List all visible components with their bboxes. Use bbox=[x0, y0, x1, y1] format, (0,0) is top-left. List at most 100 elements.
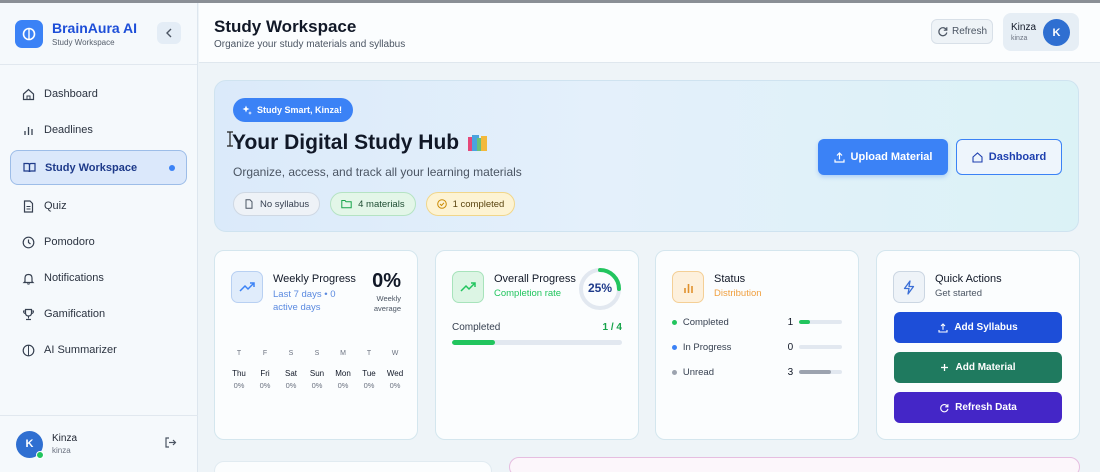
status-dot bbox=[672, 344, 677, 350]
active-indicator-dot bbox=[169, 164, 175, 171]
logout-button[interactable] bbox=[164, 436, 177, 454]
avatar-initial: K bbox=[25, 438, 34, 450]
clock-icon bbox=[21, 235, 35, 249]
status-count: 3 bbox=[787, 366, 794, 378]
status-card: Status Distribution Completed 1 In Progres… bbox=[655, 250, 859, 440]
sidebar-item-label: Study Workspace bbox=[45, 161, 138, 174]
user-handle: kinza bbox=[52, 446, 71, 455]
day-value: 0% bbox=[363, 381, 375, 390]
bar-chart-icon bbox=[672, 271, 704, 303]
weekly-days: T Thu 0% F Fri 0% S Sat 0% S Sun 0% M Mon 0% T Tue 0% W Wed… bbox=[227, 350, 407, 390]
upload-icon bbox=[833, 151, 845, 163]
tag-label: No syllabus bbox=[260, 198, 310, 210]
button-label: Add Material bbox=[955, 362, 1016, 373]
lightning-icon bbox=[893, 271, 925, 303]
add-material-button[interactable]: Add Material bbox=[894, 352, 1062, 383]
home-icon bbox=[972, 151, 983, 163]
tag-no-syllabus: No syllabus bbox=[233, 192, 321, 216]
day-value: 0% bbox=[337, 381, 349, 390]
refresh-data-button[interactable]: Refresh Data bbox=[894, 392, 1062, 423]
completed-value: 1 / 4 bbox=[602, 322, 622, 333]
day-letter: S bbox=[314, 350, 320, 357]
tag-completed: 1 completed bbox=[425, 192, 516, 216]
user-handle: kinza bbox=[1011, 35, 1028, 42]
collapse-sidebar-button[interactable] bbox=[157, 22, 181, 44]
weekly-day: F Fri 0% bbox=[253, 350, 277, 390]
status-bar-fill bbox=[799, 320, 810, 324]
upload-icon bbox=[938, 322, 948, 333]
upload-material-label: Upload Material bbox=[850, 151, 933, 163]
upload-material-button[interactable]: Upload Material bbox=[818, 139, 948, 175]
bell-icon bbox=[21, 271, 35, 285]
sidebar-item-ai-summarizer[interactable]: AI Summarizer bbox=[10, 333, 187, 367]
online-status-dot bbox=[36, 450, 44, 459]
sidebar-item-quiz[interactable]: Quiz bbox=[10, 189, 187, 223]
day-name: Fri bbox=[260, 369, 270, 378]
sidebar-item-dashboard[interactable]: Dashboard bbox=[10, 77, 187, 111]
text-cursor-icon bbox=[227, 131, 233, 147]
weekly-day: M Mon 0% bbox=[331, 350, 355, 390]
top-header: Study Workspace Organize your study mate… bbox=[199, 3, 1100, 63]
status-dot bbox=[672, 369, 677, 375]
refresh-icon bbox=[938, 27, 948, 37]
status-count: 1 bbox=[787, 316, 794, 328]
status-bar bbox=[799, 345, 842, 349]
plus-icon bbox=[941, 364, 949, 371]
home-icon bbox=[21, 87, 35, 101]
file-text-icon bbox=[21, 199, 35, 213]
sidebar-item-study-workspace[interactable]: Study Workspace bbox=[10, 150, 187, 185]
card-subtitle: Last 7 days • 0 active days bbox=[273, 289, 336, 313]
card-subtitle: Get started bbox=[935, 288, 982, 299]
status-row: Unread 3 bbox=[672, 365, 842, 379]
sidebar-item-label: Gamification bbox=[44, 308, 106, 320]
refresh-label: Refresh bbox=[951, 26, 987, 37]
day-letter: M bbox=[340, 350, 346, 357]
avatar: K bbox=[1043, 19, 1070, 46]
greeting-badge-label: Study Smart, Kinza! bbox=[257, 105, 343, 115]
user-name: Kinza bbox=[52, 433, 78, 444]
button-label: Refresh Data bbox=[955, 402, 1017, 413]
sidebar-item-label: Deadlines bbox=[44, 124, 93, 136]
sidebar-item-deadlines[interactable]: Deadlines bbox=[10, 113, 187, 147]
dashboard-button[interactable]: Dashboard bbox=[956, 139, 1062, 175]
weekly-day: T Thu 0% bbox=[227, 350, 251, 390]
weekly-day: S Sat 0% bbox=[279, 350, 303, 390]
weekly-percent: 0% bbox=[372, 270, 401, 292]
status-bar bbox=[799, 370, 842, 374]
day-value: 0% bbox=[259, 381, 271, 390]
add-syllabus-button[interactable]: Add Syllabus bbox=[894, 312, 1062, 343]
completion-bar-fill bbox=[452, 340, 495, 345]
page-subtitle: Organize your study materials and syllab… bbox=[214, 39, 406, 50]
folder-icon bbox=[341, 200, 352, 209]
status-bar bbox=[799, 320, 842, 324]
trending-up-icon bbox=[231, 271, 263, 303]
overall-progress-card: Overall Progress Completion rate 25% Com… bbox=[435, 250, 639, 440]
status-label: Unread bbox=[682, 366, 715, 378]
dashboard-button-label: Dashboard bbox=[988, 151, 1047, 163]
refresh-button[interactable]: Refresh bbox=[931, 19, 993, 44]
card-subtitle: Completion rate bbox=[494, 288, 562, 299]
day-name: Sat bbox=[284, 369, 297, 378]
sidebar-item-label: Notifications bbox=[44, 272, 104, 284]
user-menu[interactable]: Kinza kinza K bbox=[1003, 13, 1079, 51]
weekly-percent-caption: Weekly average bbox=[373, 294, 401, 313]
brand: BrainAura AI Study Workspace bbox=[0, 3, 197, 65]
trophy-icon bbox=[21, 307, 35, 321]
completed-label: Completed bbox=[452, 322, 501, 333]
sidebar-item-gamification[interactable]: Gamification bbox=[10, 297, 187, 331]
bar-chart-icon bbox=[21, 123, 35, 137]
sidebar-item-pomodoro[interactable]: Pomodoro bbox=[10, 225, 187, 259]
book-open-icon bbox=[22, 161, 36, 175]
trending-up-icon bbox=[452, 271, 484, 303]
weekly-day: S Sun 0% bbox=[305, 350, 329, 390]
avatar[interactable]: K bbox=[16, 430, 44, 459]
sidebar-item-label: Pomodoro bbox=[44, 236, 95, 248]
day-name: Tue bbox=[362, 369, 376, 378]
weekly-day: T Tue 0% bbox=[357, 350, 381, 390]
status-bar-fill bbox=[799, 370, 832, 374]
sidebar-user-footer: K Kinza kinza bbox=[0, 415, 198, 472]
weekly-progress-card: Weekly Progress Last 7 days • 0 active d… bbox=[214, 250, 418, 440]
check-circle-icon bbox=[436, 199, 447, 209]
day-name: Thu bbox=[232, 369, 246, 378]
sidebar-item-notifications[interactable]: Notifications bbox=[10, 261, 187, 295]
